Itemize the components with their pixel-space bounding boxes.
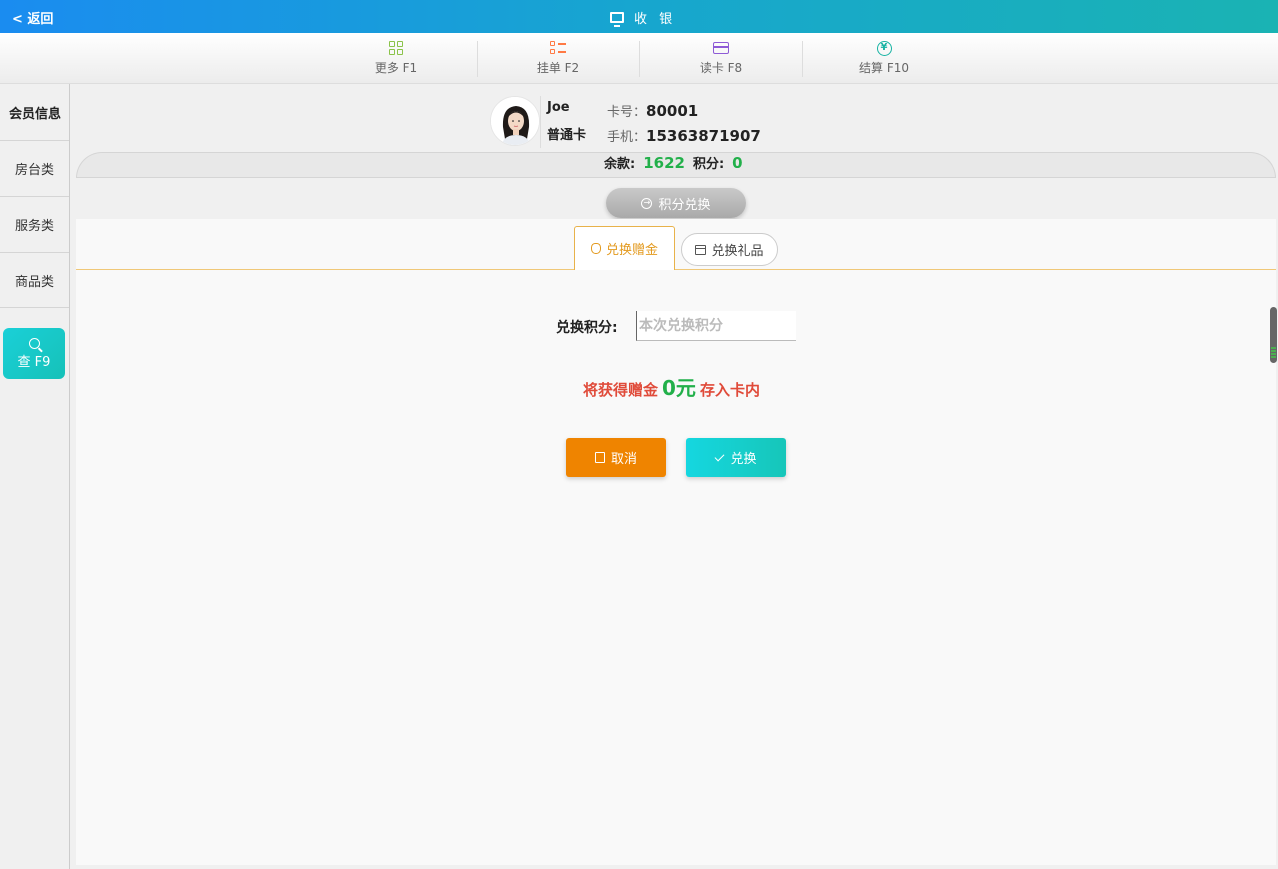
search-icon (28, 337, 40, 349)
points-label: 积分: (692, 157, 725, 172)
balance-value: 1622 (643, 154, 685, 172)
check-icon (715, 451, 725, 461)
checkout-label: 结算 F10 (859, 61, 909, 75)
scrollbar-thumb[interactable] (1270, 307, 1277, 363)
hold-order-label: 挂单 F2 (536, 61, 580, 75)
more-button[interactable]: 更多 F1 (315, 33, 477, 83)
exchange-points-input[interactable] (636, 311, 796, 341)
points-value: 0 (732, 154, 743, 172)
card-number-label: 卡号： (607, 105, 647, 120)
sidebar-item-service[interactable]: 服务类 (0, 196, 69, 252)
exchange-confirm-label: 兑换 (730, 452, 757, 467)
phone-label: 手机： (607, 130, 647, 145)
gift-icon (695, 244, 707, 255)
sidebar-item-room[interactable]: 房台类 (0, 140, 69, 196)
search-button[interactable]: 查 F9 (3, 328, 65, 379)
tab-exchange-bonus-label: 兑换赠金 (605, 243, 658, 258)
sidebar-item-goods[interactable]: 商品类 (0, 252, 69, 308)
exit-icon (594, 452, 605, 463)
card-number-value: 80001 (646, 102, 699, 120)
page-title: 收 银 (634, 12, 677, 27)
sidebar-member-info[interactable]: 会员信息 (0, 84, 70, 140)
toolbar: 更多 F1 挂单 F2 读卡 F8 ¥ 结算 F10 (0, 33, 1278, 84)
phone-row: 手机： 15363871907 (607, 126, 761, 145)
reward-text: 将获得赠金 0元 存入卡内 (583, 372, 760, 401)
page-title-group: 收 银 (610, 8, 676, 27)
money-bag-icon (590, 243, 601, 254)
arrow-right-circle-icon: → (641, 197, 653, 209)
monitor-icon (610, 12, 624, 27)
card-icon (713, 42, 729, 54)
sidebar: 会员信息 房台类 服务类 商品类 查 F9 (0, 84, 70, 869)
tab-exchange-gift-label: 兑换礼品 (711, 244, 764, 259)
top-header: < 返回 收 银 (0, 0, 1278, 33)
balance-label: 余款: (604, 157, 636, 172)
balance-row: 余款: 1622 积分: 0 (604, 153, 743, 172)
back-link[interactable]: < 返回 (12, 8, 53, 27)
member-card-type: 普通卡 (547, 128, 587, 143)
checkout-button[interactable]: ¥ 结算 F10 (803, 33, 965, 83)
avatar (490, 96, 540, 146)
reward-amount: 0元 (662, 376, 696, 400)
search-label: 查 F9 (17, 354, 51, 370)
tab-exchange-gift[interactable]: 兑换礼品 (681, 233, 778, 266)
reward-suffix: 存入卡内 (699, 381, 760, 399)
hold-order-button[interactable]: 挂单 F2 (477, 33, 639, 83)
card-number-row: 卡号： 80001 (607, 101, 698, 120)
yen-icon: ¥ (876, 40, 892, 56)
cancel-button[interactable]: 取消 (566, 438, 666, 477)
member-name: Joe (547, 100, 570, 115)
exchange-confirm-button[interactable]: 兑换 (686, 438, 786, 477)
cancel-label: 取消 (610, 452, 637, 467)
list-icon (550, 41, 566, 55)
points-exchange-label: 积分兑换 (658, 197, 711, 213)
read-card-button[interactable]: 读卡 F8 (640, 33, 802, 83)
avatar-divider (540, 96, 541, 148)
tab-underline (76, 269, 1276, 270)
reward-prefix: 将获得赠金 (583, 381, 659, 399)
more-label: 更多 F1 (374, 61, 418, 75)
read-card-label: 读卡 F8 (699, 61, 743, 75)
phone-value: 15363871907 (646, 127, 761, 145)
grid-icon (389, 41, 403, 55)
tab-exchange-bonus[interactable]: 兑换赠金 (574, 226, 675, 270)
exchange-points-label: 兑换积分: (556, 320, 618, 336)
points-exchange-button[interactable]: → 积分兑换 (606, 188, 746, 218)
